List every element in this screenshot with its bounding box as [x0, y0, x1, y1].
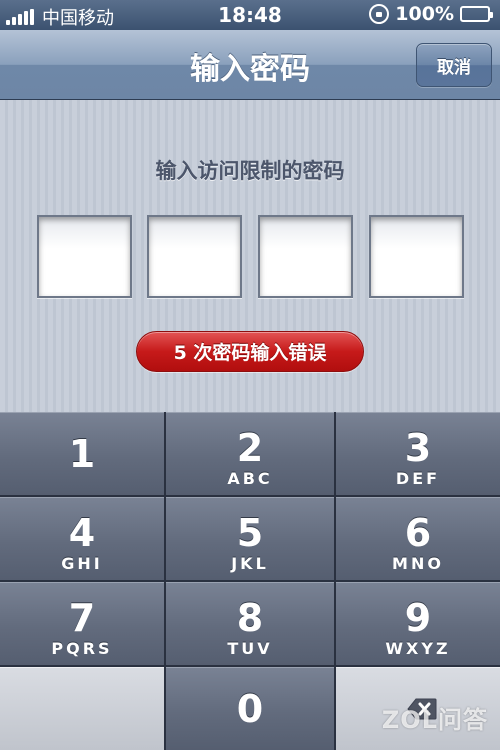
key-letters: ABC [227, 469, 273, 488]
key-number: 7 [68, 596, 96, 640]
passcode-area: 输入访问限制的密码 5 次密码输入错误 [0, 100, 500, 412]
nav-bar: 输入密码 取消 [0, 30, 500, 100]
key-letters: WXYZ [385, 639, 451, 658]
key-letters: GHI [61, 554, 103, 573]
key-number: 3 [404, 426, 432, 470]
key-8[interactable]: 8 TUV [166, 582, 334, 665]
key-0[interactable]: 0 [166, 667, 334, 750]
key-number: 6 [404, 511, 432, 555]
passcode-digit-3 [258, 215, 353, 298]
key-6[interactable]: 6 MNO [336, 497, 500, 580]
key-letters: MNO [392, 554, 444, 573]
key-number: 2 [236, 426, 264, 470]
key-number: 1 [68, 432, 96, 476]
key-9[interactable]: 9 WXYZ [336, 582, 500, 665]
key-number: 0 [236, 687, 264, 731]
watermark-logo: ZOL问答 [381, 706, 488, 734]
passcode-digit-2 [147, 215, 242, 298]
key-number: 9 [404, 596, 432, 640]
passcode-digit-4 [369, 215, 464, 298]
passcode-prompt: 输入访问限制的密码 [155, 159, 345, 183]
key-1[interactable]: 1 [0, 412, 164, 495]
battery-percent: 100% [395, 3, 454, 25]
key-letters: DEF [395, 469, 441, 488]
key-4[interactable]: 4 GHI [0, 497, 164, 580]
key-letters: PQRS [51, 639, 113, 658]
key-letters: JKL [231, 554, 269, 573]
key-letters: TUV [227, 639, 273, 658]
key-number: 8 [236, 596, 264, 640]
key-2[interactable]: 2 ABC [166, 412, 334, 495]
battery-icon [460, 6, 493, 22]
key-number: 5 [236, 511, 264, 555]
status-right: 100% [369, 3, 493, 25]
key-blank [0, 667, 164, 750]
key-number: 4 [68, 511, 96, 555]
key-7[interactable]: 7 PQRS [0, 582, 164, 665]
passcode-digit-1 [37, 215, 132, 298]
failed-attempts-badge: 5 次密码输入错误 [136, 331, 364, 372]
status-bar: 中国移动 18:48 100% [0, 0, 500, 30]
key-3[interactable]: 3 DEF [336, 412, 500, 495]
cancel-button[interactable]: 取消 [416, 43, 492, 87]
key-5[interactable]: 5 JKL [166, 497, 334, 580]
rotation-lock-icon [369, 4, 390, 24]
